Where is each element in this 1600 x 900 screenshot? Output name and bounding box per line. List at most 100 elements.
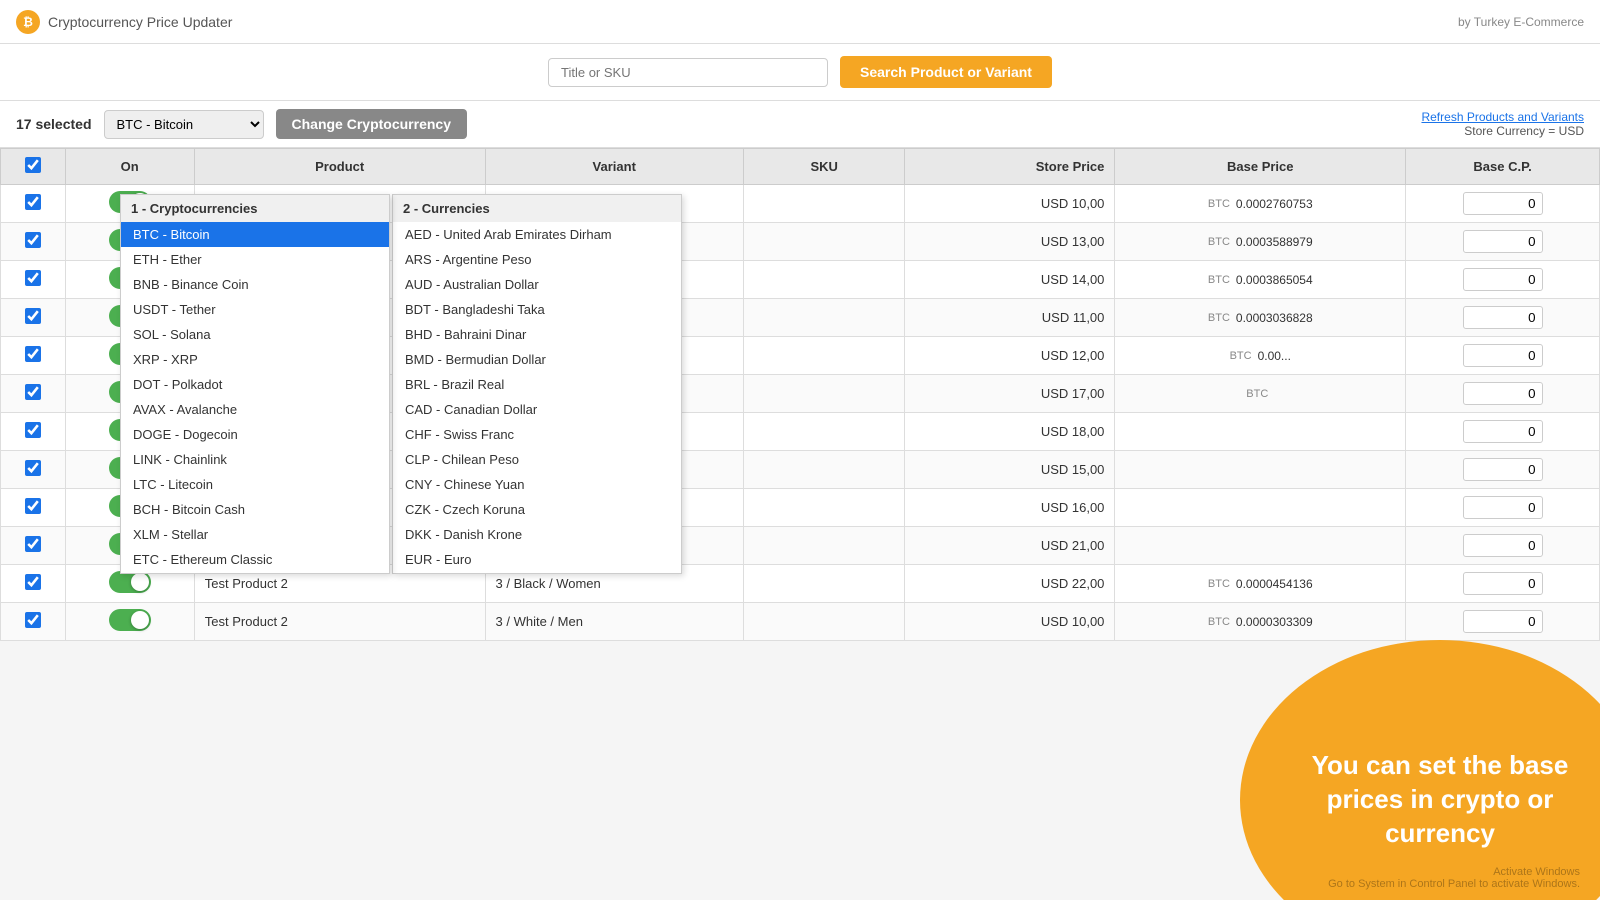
base-price-value: 0.0003865054 bbox=[1236, 273, 1313, 287]
header-by: by Turkey E-Commerce bbox=[1458, 15, 1584, 29]
col-header-product: Product bbox=[194, 149, 485, 185]
base-cp-input[interactable] bbox=[1463, 268, 1543, 291]
col-header-base-cp: Base C.P. bbox=[1406, 149, 1600, 185]
currency-dropdown[interactable]: 2 - Currencies AED - United Arab Emirate… bbox=[392, 194, 682, 574]
main-content: On Product Variant SKU Store Price Base … bbox=[0, 148, 1600, 900]
row-checkbox[interactable] bbox=[25, 612, 41, 628]
refresh-link[interactable]: Refresh Products and Variants bbox=[1421, 110, 1584, 124]
base-cp-input[interactable] bbox=[1463, 458, 1543, 481]
base-price bbox=[1115, 489, 1406, 527]
base-price bbox=[1115, 527, 1406, 565]
crypto-item-DOGE[interactable]: DOGE - Dogecoin bbox=[121, 422, 389, 447]
crypto-item-XRP[interactable]: XRP - XRP bbox=[121, 347, 389, 372]
base-cp-input[interactable] bbox=[1463, 306, 1543, 329]
select-all-checkbox[interactable] bbox=[25, 157, 41, 173]
base-price: BTC 0.0003865054 bbox=[1115, 261, 1406, 299]
crypto-item-USDT[interactable]: USDT - Tether bbox=[121, 297, 389, 322]
row-checkbox[interactable] bbox=[25, 460, 41, 476]
currency-item-CHF[interactable]: CHF - Swiss Franc bbox=[393, 422, 681, 447]
store-price: USD 15,00 bbox=[905, 451, 1115, 489]
row-checkbox[interactable] bbox=[25, 574, 41, 590]
table-row: Test Product 23 / White / MenUSD 10,00BT… bbox=[1, 603, 1600, 641]
crypto-select[interactable]: BTC - Bitcoin bbox=[104, 110, 264, 139]
base-price-crypto: BTC bbox=[1208, 198, 1230, 210]
currency-item-BDT[interactable]: BDT - Bangladeshi Taka bbox=[393, 297, 681, 322]
crypto-item-AVAX[interactable]: AVAX - Avalanche bbox=[121, 397, 389, 422]
row-checkbox[interactable] bbox=[25, 270, 41, 286]
crypto-dropdown[interactable]: 1 - Cryptocurrencies BTC - BitcoinETH - … bbox=[120, 194, 390, 574]
base-price-value: 0.0000454136 bbox=[1236, 577, 1313, 591]
base-cp-input[interactable] bbox=[1463, 534, 1543, 557]
toolbar-right: Refresh Products and Variants Store Curr… bbox=[1421, 110, 1584, 138]
currency-item-BHD[interactable]: BHD - Bahraini Dinar bbox=[393, 322, 681, 347]
currency-item-DKK[interactable]: DKK - Danish Krone bbox=[393, 522, 681, 547]
sku-value bbox=[743, 375, 905, 413]
currency-item-GBP[interactable]: GBP - British Pound Sterling bbox=[393, 572, 681, 574]
toggle-switch[interactable] bbox=[109, 609, 151, 631]
change-cryptocurrency-button[interactable]: Change Cryptocurrency bbox=[276, 109, 467, 139]
store-price: USD 21,00 bbox=[905, 527, 1115, 565]
base-cp-input[interactable] bbox=[1463, 230, 1543, 253]
base-price-crypto: BTC bbox=[1208, 578, 1230, 590]
crypto-item-LINK[interactable]: LINK - Chainlink bbox=[121, 447, 389, 472]
crypto-item-DOT[interactable]: DOT - Polkadot bbox=[121, 372, 389, 397]
store-price: USD 12,00 bbox=[905, 337, 1115, 375]
currency-item-EUR[interactable]: EUR - Euro bbox=[393, 547, 681, 572]
row-checkbox[interactable] bbox=[25, 536, 41, 552]
base-cp-input[interactable] bbox=[1463, 420, 1543, 443]
crypto-item-XLM[interactable]: XLM - Stellar bbox=[121, 522, 389, 547]
crypto-item-ETC[interactable]: ETC - Ethereum Classic bbox=[121, 547, 389, 572]
base-price-crypto: BTC bbox=[1208, 236, 1230, 248]
row-checkbox[interactable] bbox=[25, 194, 41, 210]
sku-value bbox=[743, 527, 905, 565]
col-header-sku: SKU bbox=[743, 149, 905, 185]
base-price-crypto: BTC bbox=[1246, 388, 1268, 400]
crypto-item-LTC[interactable]: LTC - Litecoin bbox=[121, 472, 389, 497]
currency-group-label: 2 - Currencies bbox=[393, 195, 681, 222]
row-checkbox[interactable] bbox=[25, 308, 41, 324]
row-checkbox[interactable] bbox=[25, 384, 41, 400]
base-cp-input[interactable] bbox=[1463, 610, 1543, 633]
base-cp-input[interactable] bbox=[1463, 496, 1543, 519]
store-price: USD 16,00 bbox=[905, 489, 1115, 527]
sku-value bbox=[743, 185, 905, 223]
base-price bbox=[1115, 413, 1406, 451]
crypto-item-BCH[interactable]: BCH - Bitcoin Cash bbox=[121, 497, 389, 522]
currency-item-BMD[interactable]: BMD - Bermudian Dollar bbox=[393, 347, 681, 372]
crypto-item-SOL[interactable]: SOL - Solana bbox=[121, 322, 389, 347]
base-price: BTC0.0002760753 bbox=[1115, 185, 1406, 223]
currency-item-CLP[interactable]: CLP - Chilean Peso bbox=[393, 447, 681, 472]
currency-item-CNY[interactable]: CNY - Chinese Yuan bbox=[393, 472, 681, 497]
app-title: Cryptocurrency Price Updater bbox=[48, 14, 232, 30]
col-header-variant: Variant bbox=[485, 149, 743, 185]
crypto-item-ETH[interactable]: ETH - Ether bbox=[121, 247, 389, 272]
sku-value bbox=[743, 261, 905, 299]
currency-item-ARS[interactable]: ARS - Argentine Peso bbox=[393, 247, 681, 272]
base-cp-input[interactable] bbox=[1463, 344, 1543, 367]
app-header: ₿ Cryptocurrency Price Updater by Turkey… bbox=[0, 0, 1600, 44]
row-checkbox[interactable] bbox=[25, 232, 41, 248]
base-cp-input[interactable] bbox=[1463, 572, 1543, 595]
search-input[interactable] bbox=[548, 58, 828, 87]
search-button[interactable]: Search Product or Variant bbox=[840, 56, 1052, 88]
currency-item-AED[interactable]: AED - United Arab Emirates Dirham bbox=[393, 222, 681, 247]
base-price-crypto: BTC bbox=[1208, 616, 1230, 628]
crypto-item-BNB[interactable]: BNB - Binance Coin bbox=[121, 272, 389, 297]
sku-value bbox=[743, 299, 905, 337]
toggle-switch[interactable] bbox=[109, 571, 151, 593]
base-price-crypto: BTC bbox=[1208, 274, 1230, 286]
row-checkbox[interactable] bbox=[25, 422, 41, 438]
base-cp-input[interactable] bbox=[1463, 192, 1543, 215]
store-price: USD 11,00 bbox=[905, 299, 1115, 337]
crypto-item-EOS[interactable]: EOS - EOS bbox=[121, 572, 389, 574]
base-price: BTC0.00... bbox=[1115, 337, 1406, 375]
currency-item-CZK[interactable]: CZK - Czech Koruna bbox=[393, 497, 681, 522]
row-checkbox[interactable] bbox=[25, 498, 41, 514]
base-price-crypto: BTC bbox=[1230, 350, 1252, 362]
crypto-item-BTC[interactable]: BTC - Bitcoin bbox=[121, 222, 389, 247]
row-checkbox[interactable] bbox=[25, 346, 41, 362]
currency-item-AUD[interactable]: AUD - Australian Dollar bbox=[393, 272, 681, 297]
base-cp-input[interactable] bbox=[1463, 382, 1543, 405]
currency-item-CAD[interactable]: CAD - Canadian Dollar bbox=[393, 397, 681, 422]
currency-item-BRL[interactable]: BRL - Brazil Real bbox=[393, 372, 681, 397]
